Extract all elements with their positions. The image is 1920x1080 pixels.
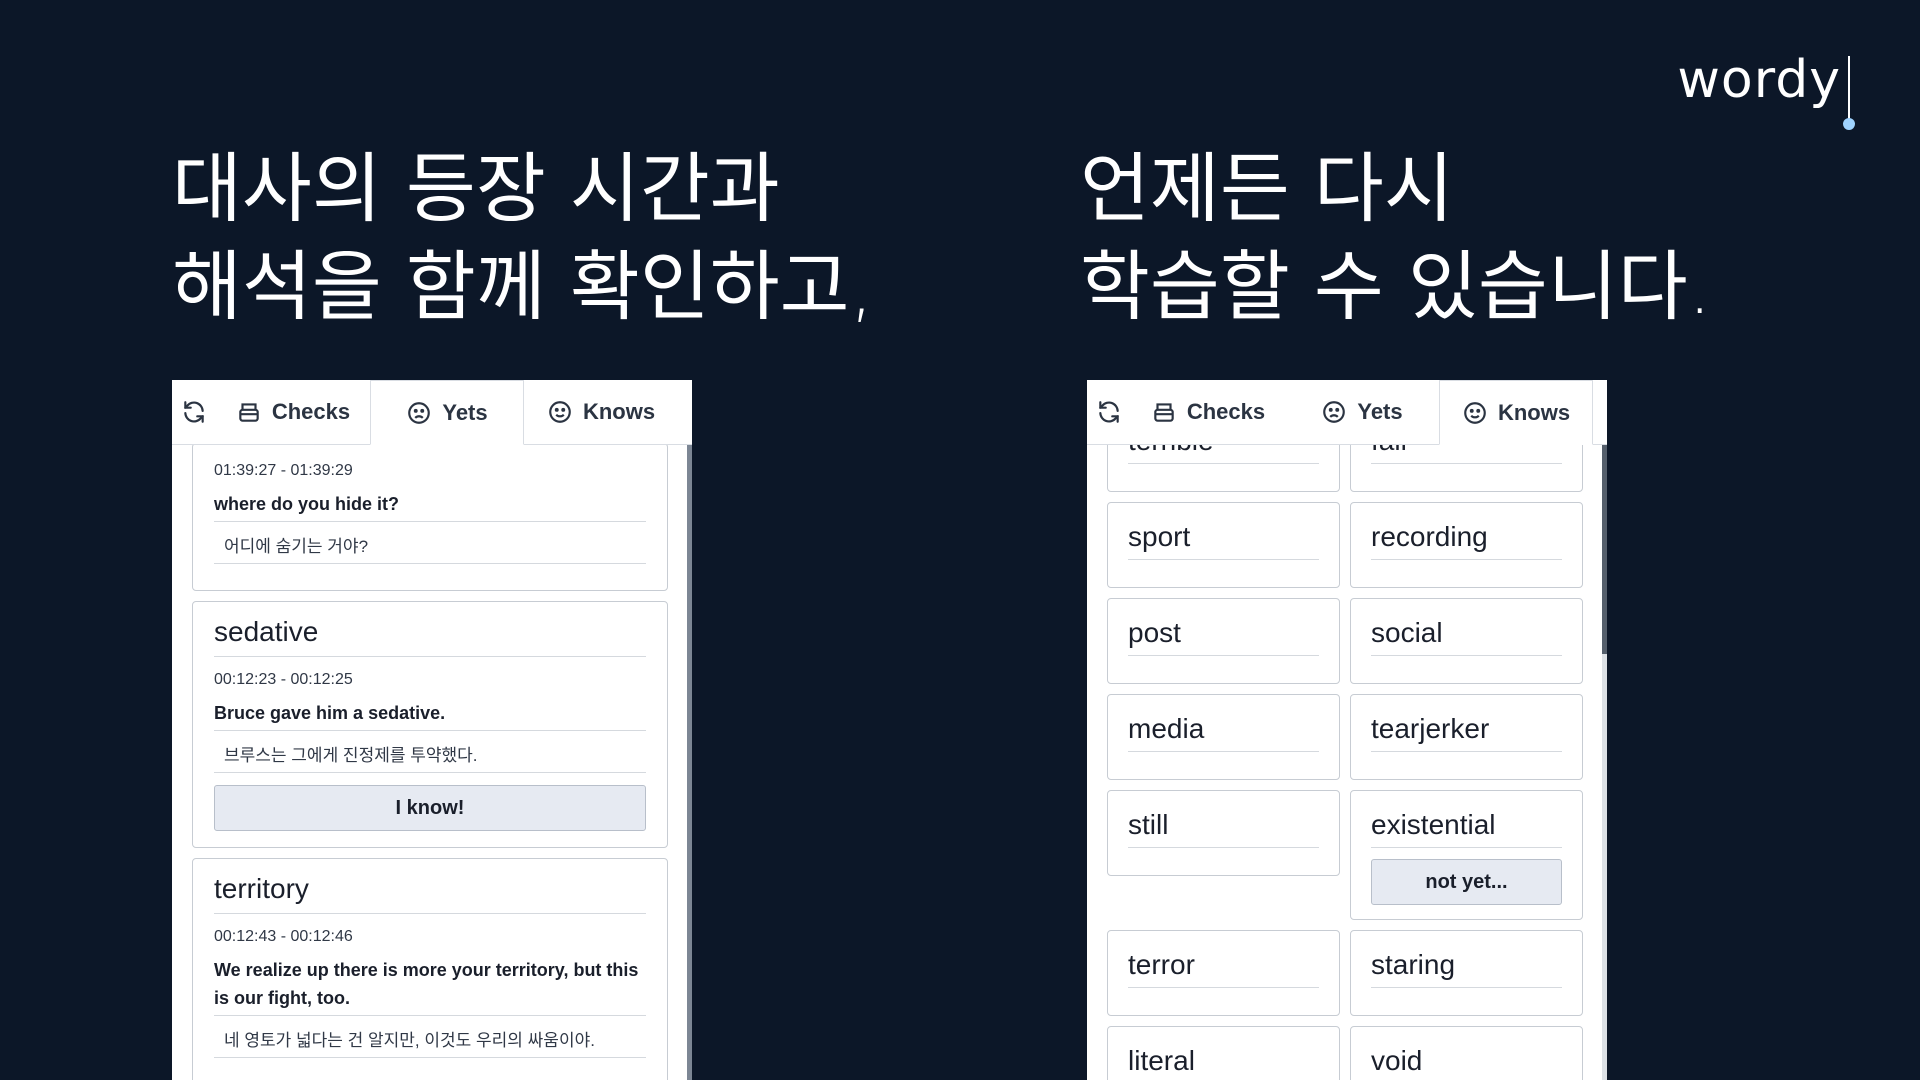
tile-word: media xyxy=(1128,695,1319,752)
tile-word: terrible xyxy=(1128,444,1319,464)
sad-face-icon xyxy=(1321,399,1347,425)
refresh-button[interactable] xyxy=(1087,380,1131,444)
word-grid[interactable]: terrible fall sport recording post socia… xyxy=(1107,444,1583,1080)
tile-word: post xyxy=(1128,599,1319,656)
tile-word: social xyxy=(1371,599,1562,656)
scrollbar-thumb[interactable] xyxy=(1602,444,1607,654)
word-tile[interactable]: staring xyxy=(1350,930,1583,1016)
subtitle-translation: 브루스는 그에게 진정제를 투약했다. xyxy=(214,731,646,773)
tab-bar: Checks Yets Knows xyxy=(172,380,692,445)
refresh-icon xyxy=(184,401,204,423)
tab-yets[interactable]: Yets xyxy=(1285,380,1439,444)
headline-right: 언제든 다시 학습할 수 있습니다. xyxy=(1080,144,1712,331)
word-tile[interactable]: still xyxy=(1107,790,1340,876)
subtitle-time: 00:12:23 - 00:12:25 xyxy=(214,671,353,688)
sad-face-icon xyxy=(406,400,432,426)
card-list[interactable]: 01:39:27 - 01:39:29 where do you hide it… xyxy=(192,443,668,1080)
subtitle-time: 00:12:43 - 00:12:46 xyxy=(214,928,353,945)
word-card: territory 00:12:43 - 00:12:46 We realize… xyxy=(192,858,668,1080)
word-tile[interactable]: sport xyxy=(1107,502,1340,588)
smile-face-icon xyxy=(1462,400,1488,426)
tab-knows-label: Knows xyxy=(582,399,656,424)
tab-yets-label: Yets xyxy=(442,399,488,425)
subtitle-sentence: We realize up there is more your territo… xyxy=(214,956,646,1016)
smile-face-icon xyxy=(547,399,573,425)
yets-panel: Checks Yets Knows 01:39:27 - 01:39:29 wh… xyxy=(172,380,692,1080)
word-tile[interactable]: post xyxy=(1107,598,1340,684)
headline-left: 대사의 등장 시간과 해석을 함께 확인하고, xyxy=(172,144,874,331)
tab-checks-label: Checks xyxy=(1186,399,1266,424)
word-tile[interactable]: media xyxy=(1107,694,1340,780)
tile-word: staring xyxy=(1371,931,1562,988)
subtitle-translation: 네 영토가 넓다는 건 알지만, 이것도 우리의 싸움이야. xyxy=(214,1016,646,1058)
logo-dot xyxy=(1843,118,1855,130)
wordy-logo: wordy xyxy=(1677,50,1841,110)
tile-word: void xyxy=(1371,1027,1562,1080)
word-tile[interactable]: terror xyxy=(1107,930,1340,1016)
tab-yets-label: Yets xyxy=(1357,399,1403,424)
knows-panel: Checks Yets Knows terrible fall sport re… xyxy=(1087,380,1607,1080)
not-yet-button[interactable]: not yet... xyxy=(1371,859,1562,905)
card-word: sedative xyxy=(214,602,646,657)
subtitle-sentence: Bruce gave him a sedative. xyxy=(214,699,646,731)
refresh-button[interactable] xyxy=(172,380,216,444)
tab-checks-label: Checks xyxy=(271,399,351,424)
word-card: sedative 00:12:23 - 00:12:25 Bruce gave … xyxy=(192,601,668,848)
scrollbar[interactable] xyxy=(1602,444,1607,1080)
word-card: 01:39:27 - 01:39:29 where do you hide it… xyxy=(192,443,668,591)
tile-word: still xyxy=(1128,791,1319,848)
word-tile[interactable]: tearjerker xyxy=(1350,694,1583,780)
word-tile[interactable]: literal xyxy=(1107,1026,1340,1080)
word-tile[interactable]: fall xyxy=(1350,444,1583,492)
i-know-button[interactable]: I know! xyxy=(214,785,646,831)
tab-yets[interactable]: Yets xyxy=(370,380,524,445)
subtitle-sentence: where do you hide it? xyxy=(214,490,646,522)
subtitle-time: 01:39:27 - 01:39:29 xyxy=(214,462,353,479)
tile-word: sport xyxy=(1128,503,1319,560)
tile-word: existential xyxy=(1371,791,1562,848)
card-word: territory xyxy=(214,859,646,914)
tile-word: fall xyxy=(1371,444,1562,464)
scrollbar[interactable] xyxy=(687,444,692,1080)
word-tile[interactable]: social xyxy=(1350,598,1583,684)
inbox-icon xyxy=(1151,399,1177,425)
tile-word: literal xyxy=(1128,1027,1319,1080)
word-tile[interactable]: void xyxy=(1350,1026,1583,1080)
word-tile-expanded[interactable]: existential not yet... xyxy=(1350,790,1583,920)
tile-word: recording xyxy=(1371,503,1562,560)
tile-word: tearjerker xyxy=(1371,695,1562,752)
tab-knows-label: Knows xyxy=(1497,399,1571,425)
tile-word: terror xyxy=(1128,931,1319,988)
tab-bar: Checks Yets Knows xyxy=(1087,380,1607,445)
tab-checks[interactable]: Checks xyxy=(1131,380,1285,444)
word-tile[interactable]: recording xyxy=(1350,502,1583,588)
inbox-icon xyxy=(236,399,262,425)
subtitle-translation: 어디에 숨기는 거야? xyxy=(214,522,646,564)
tab-knows[interactable]: Knows xyxy=(1439,380,1593,445)
word-tile[interactable]: terrible xyxy=(1107,444,1340,492)
tab-knows[interactable]: Knows xyxy=(524,380,678,444)
refresh-icon xyxy=(1099,401,1119,423)
logo-cursor xyxy=(1848,56,1850,120)
tab-checks[interactable]: Checks xyxy=(216,380,370,444)
